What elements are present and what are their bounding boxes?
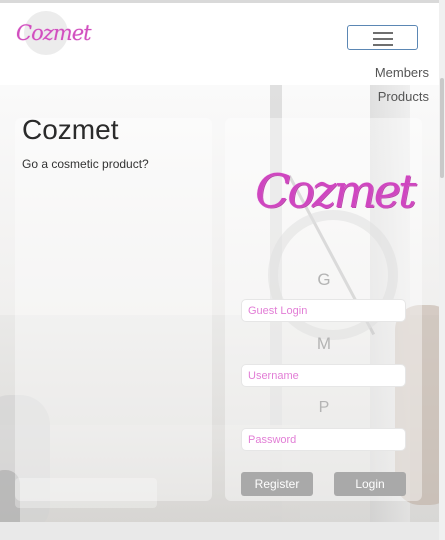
hamburger-icon [373, 32, 393, 46]
guest-login-input[interactable] [241, 299, 406, 322]
nav-link-products[interactable]: Products [378, 89, 429, 104]
nav-link-members[interactable]: Members [375, 65, 429, 80]
hero-subtitle: Go a cosmetic product? [22, 157, 149, 171]
register-button[interactable]: Register [241, 472, 313, 496]
brand-logo-text: Cozmet [16, 21, 92, 45]
password-icon: P [318, 399, 330, 416]
menu-toggle-button[interactable] [347, 25, 418, 50]
scrollbar-thumb[interactable] [440, 78, 444, 178]
login-button[interactable]: Login [334, 472, 406, 496]
hero-panel-footer [15, 478, 157, 508]
guest-icon: G [317, 270, 331, 289]
bottom-bar [0, 522, 445, 540]
scrollbar-track[interactable] [439, 0, 445, 540]
username-input[interactable] [241, 364, 406, 387]
brand-logo[interactable]: Cozmet [14, 11, 92, 59]
hero-title: Cozmet [22, 114, 119, 145]
login-logo: Cozmet [255, 164, 416, 218]
navbar: Cozmet [0, 3, 439, 85]
member-icon: M [316, 334, 332, 353]
hero-panel [15, 118, 212, 501]
password-input[interactable] [241, 428, 406, 451]
